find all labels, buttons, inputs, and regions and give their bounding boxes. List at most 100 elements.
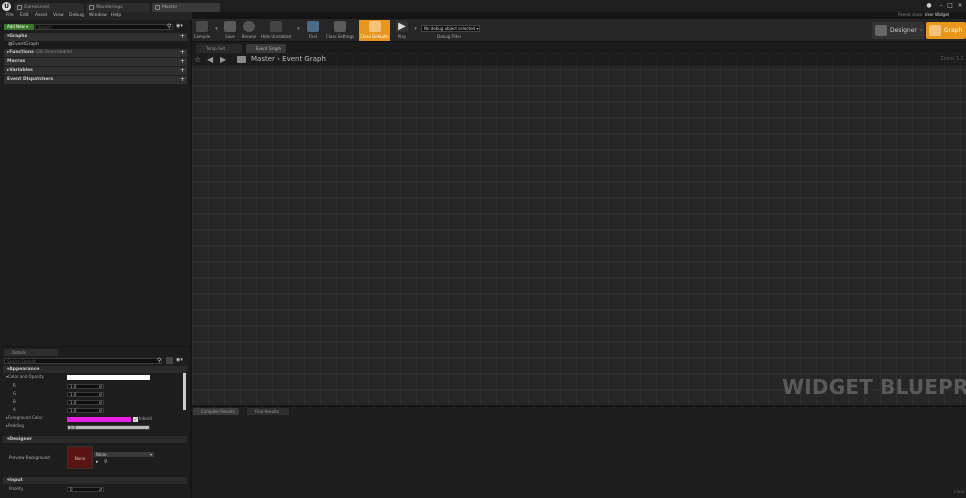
doc-tab-temp-get-answers[interactable]: Temp Get Answers [196,44,242,60]
hide-options-chevron-icon[interactable]: ▾ [296,20,301,41]
add-graph-icon[interactable]: + [180,33,185,41]
save-button[interactable]: Save [222,20,238,41]
menu-file[interactable]: File [6,13,14,18]
add-dispatcher-icon[interactable]: + [180,76,185,84]
channel-g-value: 1.0 [70,392,77,397]
search-icon[interactable]: ⚲ [167,23,171,30]
add-variable-icon[interactable]: + [180,67,185,75]
channel-g-input[interactable]: 1.0 ↺ [67,392,104,397]
channel-r-input[interactable]: 1.0 ↺ [67,384,104,389]
close-icon[interactable]: × [957,3,963,9]
doc-tab-event-graph[interactable]: Event Graph [246,44,286,53]
play-options-chevron-icon[interactable]: ▾ [413,20,418,41]
menu-edit[interactable]: Edit [20,13,29,18]
find-button[interactable]: Find [304,20,322,41]
class-defaults-button[interactable]: Class Defaults [359,20,390,41]
reset-icon[interactable]: ↺ [99,385,102,389]
details-tab[interactable]: Details [4,349,58,356]
menu-asset[interactable]: Asset [35,13,47,18]
compiler-results-tab[interactable]: Compiler Results [193,408,239,415]
compiler-results-label: Compiler Results [201,409,235,414]
breadcrumb: Master › Event Graph [251,55,326,63]
priority-input[interactable]: 0 ↺ [67,487,104,492]
forward-arrow-icon[interactable]: ▶ [220,55,226,64]
menu-window[interactable]: Window [89,13,107,18]
results-panel [192,407,966,498]
priority-label: Priority [9,486,24,491]
channel-b-input[interactable]: 1.0 ↺ [67,400,104,405]
favorite-star-icon[interactable]: ☆ [194,55,201,64]
hide-unrelated-label: Hide Unrelated [260,34,291,39]
compile-button[interactable]: Compile [192,20,212,41]
color-opacity-text: Color and Opacity [8,374,44,379]
mode-chevron-icon: › [920,26,923,34]
designer-mode-button[interactable]: Designer [872,22,924,39]
parent-class: Parent class: User Widget [898,12,949,17]
inherit-checkbox[interactable]: ✓ [133,417,138,422]
reset-icon[interactable]: ↺ [99,488,102,492]
section-functions[interactable]: ▸Functions (28 Overridable) + [4,49,187,57]
details-search-input[interactable]: Search Details [4,358,162,364]
tab-wanderings[interactable]: Wanderings [86,3,150,12]
foreground-color-swatch[interactable] [67,417,131,422]
breadcrumb-bar: ☆ ◀ ▶ Master › Event Graph Zoom 1:1 [192,53,966,66]
my-blueprint-search-input[interactable]: Search [35,24,173,30]
back-arrow-icon[interactable]: ◀ [207,55,213,64]
view-options-icon[interactable]: ◉▾ [176,23,183,29]
color-opacity-label: ▾Color and Opacity [6,374,44,379]
event-graph-label: EventGraph [12,42,39,47]
graphs-label: Graphs [9,34,28,39]
graph-canvas[interactable] [192,53,966,405]
breadcrumb-root[interactable]: Master [251,55,275,63]
tab-master[interactable]: Master [152,3,220,12]
browse-asset-icon[interactable]: ⚲ [104,459,108,465]
section-macros[interactable]: Macros + [4,58,187,66]
compile-options-chevron-icon[interactable]: ▾ [214,20,219,41]
find-results-tab[interactable]: Find Results [247,408,289,415]
preview-background-thumbnail[interactable]: None [67,446,93,469]
maximize-icon[interactable]: □ [947,3,953,9]
section-variables[interactable]: ▸Variables + [4,67,187,75]
class-settings-button[interactable]: Class Settings [324,20,356,41]
menu-help[interactable]: Help [111,13,121,18]
reset-icon[interactable]: ↺ [99,393,102,397]
parent-class-value: User Widget [924,12,950,17]
tab-gamelevel[interactable]: GameLevel [14,3,84,12]
menu-view[interactable]: View [53,13,64,18]
designer-category[interactable]: ▾Designer [3,436,187,443]
browse-button[interactable]: Browse [240,20,258,41]
hide-unrelated-button[interactable]: Hide Unrelated [260,20,292,41]
section-graphs[interactable]: ▾Graphs + [4,33,187,41]
property-matrix-icon[interactable] [166,357,173,364]
details-search-icon[interactable]: ⚲ [157,357,161,364]
minimize-icon[interactable]: – [938,3,944,9]
appearance-category[interactable]: ▾Appearance [3,366,187,373]
browse-label: Browse [241,34,257,39]
save-icon [224,21,236,32]
section-event-dispatchers[interactable]: Event Dispatchers + [4,76,187,84]
class-defaults-icon [368,21,381,32]
input-category[interactable]: ▾Input [3,477,187,484]
debug-object-select[interactable]: No debug object selected ▾ [421,25,480,32]
color-opacity-swatch[interactable] [67,375,150,380]
add-new-button[interactable]: Add New ▾ [4,24,34,30]
add-macro-icon[interactable]: + [180,58,185,66]
menu-debug[interactable]: Debug [69,13,84,18]
play-button[interactable]: ▶ Play [393,20,411,41]
graph-mode-button[interactable]: Graph [926,22,966,39]
foreground-color-text: Foreground Color [8,415,43,420]
tab-label: Master [162,5,178,10]
notification-icon[interactable]: ● [926,3,932,9]
padding-input[interactable]: 0.0 [67,425,150,430]
event-graph-item[interactable]: ▦EventGraph [4,41,187,48]
add-function-icon[interactable]: + [180,49,185,57]
clear-button[interactable]: Clear [954,489,964,494]
macros-label: Macros [7,59,26,64]
reset-icon[interactable]: ↺ [99,401,102,405]
use-selected-icon[interactable]: ▸ [96,459,99,465]
reset-icon[interactable]: ↺ [99,409,102,413]
class-defaults-label: Class Defaults [360,34,389,39]
preview-background-select[interactable]: None ▾ [94,452,154,457]
details-view-options-icon[interactable]: ◉▾ [176,357,183,363]
channel-a-input[interactable]: 1.0 ↺ [67,408,104,413]
